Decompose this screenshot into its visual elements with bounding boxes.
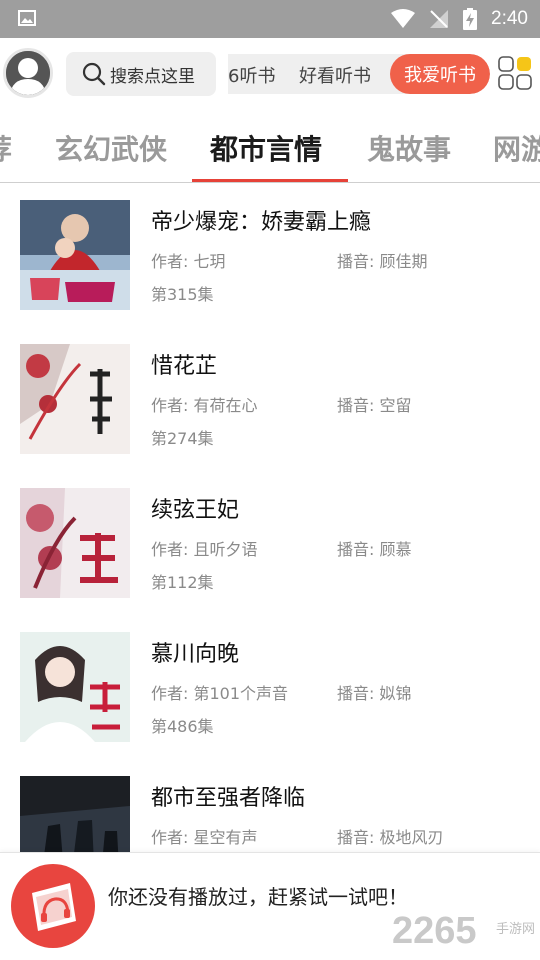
quick-links: 6听书 好看听书 我爱听书 — [228, 54, 490, 94]
category-tabs: 荐 玄幻武侠 都市言情 鬼故事 网游 — [0, 110, 540, 183]
book-title: 惜花芷 — [151, 354, 218, 379]
no-signal-icon — [430, 10, 449, 28]
book-author: 作者: 有荷在心 — [151, 396, 258, 415]
status-time: 2:40 — [491, 8, 528, 29]
book-title: 帝少爆宠：娇妻霸上瘾 — [151, 210, 372, 235]
list-item[interactable]: 惜花芷 作者: 有荷在心 播音: 空留 第274集 — [0, 328, 540, 472]
book-narrator: 播音: 极地风刃 — [337, 828, 444, 847]
search-placeholder: 搜索点这里 — [110, 66, 195, 87]
tab-xuanhuan-wuxia[interactable]: 玄幻武侠 — [55, 128, 167, 168]
search-bar[interactable]: 搜索点这里 — [66, 52, 216, 96]
book-episodes: 第274集 — [151, 429, 214, 448]
app-screen: 2:40 搜索点这里 6听书 好看听书 我爱听书 玄幻武侠 都市言情 鬼故事 网… — [0, 0, 540, 960]
battery-charging-icon — [463, 8, 478, 30]
list-item[interactable]: 续弦王妃 作者: 且听夕语 播音: 顾慕 第112集 — [0, 472, 540, 616]
book-cover — [20, 488, 130, 598]
book-author: 作者: 星空有声 — [151, 828, 258, 847]
wifi-icon — [391, 9, 416, 28]
book-list: 帝少爆宠：娇妻霸上瘾 作者: 七玥 播音: 顾佳期 第315集 惜花芷 作者: … — [0, 184, 540, 852]
user-avatar-icon[interactable] — [3, 48, 53, 98]
book-title: 都市至强者降临 — [151, 786, 306, 811]
quick-link-6tingshu[interactable]: 6听书 — [228, 62, 275, 88]
book-narrator: 播音: 顾佳期 — [337, 252, 428, 271]
svg-text:2265: 2265 — [392, 910, 477, 949]
list-item[interactable]: 帝少爆宠：娇妻霸上瘾 作者: 七玥 播音: 顾佳期 第315集 — [0, 184, 540, 328]
book-narrator: 播音: 空留 — [337, 396, 412, 415]
headphone-book-logo-icon[interactable] — [10, 863, 96, 949]
active-tab-indicator — [192, 179, 348, 182]
list-item[interactable]: 慕川向晚 作者: 第101个声音 播音: 姒锦 第486集 — [0, 616, 540, 760]
list-item[interactable]: 都市至强者降临 作者: 星空有声 播音: 极地风刃 — [0, 760, 540, 852]
site-watermark-logo: 2265 手游网 — [392, 910, 535, 949]
book-narrator: 播音: 姒锦 — [337, 684, 412, 703]
book-episodes: 第486集 — [151, 717, 214, 736]
gallery-icon — [18, 10, 36, 26]
player-empty-message: 你还没有播放过，赶紧试一试吧！ — [108, 885, 408, 909]
tab-wangyou[interactable]: 网游 — [493, 128, 540, 168]
book-author: 作者: 且听夕语 — [151, 540, 258, 559]
book-cover — [20, 344, 130, 454]
svg-text:手游网: 手游网 — [496, 922, 535, 937]
quick-link-haokan-tingshu[interactable]: 好看听书 — [299, 62, 371, 88]
book-episodes: 第112集 — [151, 573, 214, 592]
book-cover — [20, 632, 130, 742]
tab-recommend[interactable]: 荐 — [0, 128, 12, 168]
book-narrator: 播音: 顾慕 — [337, 540, 412, 559]
search-icon — [82, 62, 106, 86]
status-icons: 2:40 — [391, 0, 528, 38]
book-cover — [20, 200, 130, 310]
tab-dushi-yanqing[interactable]: 都市言情 — [210, 128, 322, 168]
status-bar: 2:40 — [0, 0, 540, 38]
book-title: 续弦王妃 — [151, 498, 240, 523]
book-cover — [20, 776, 130, 852]
tab-gui-gushi[interactable]: 鬼故事 — [367, 128, 451, 168]
book-author: 作者: 第101个声音 — [151, 684, 289, 703]
book-author: 作者: 七玥 — [151, 252, 226, 271]
top-header: 搜索点这里 6听书 好看听书 我爱听书 — [0, 38, 540, 110]
book-title: 慕川向晚 — [151, 642, 240, 667]
book-episodes: 第315集 — [151, 285, 214, 304]
grid-icon[interactable] — [498, 56, 532, 90]
avatar-silhouette — [6, 51, 50, 95]
mini-player-bar[interactable]: 你还没有播放过，赶紧试一试吧！ 2265 手游网 — [0, 852, 540, 960]
quick-link-woai-tingshu[interactable]: 我爱听书 — [390, 54, 490, 94]
